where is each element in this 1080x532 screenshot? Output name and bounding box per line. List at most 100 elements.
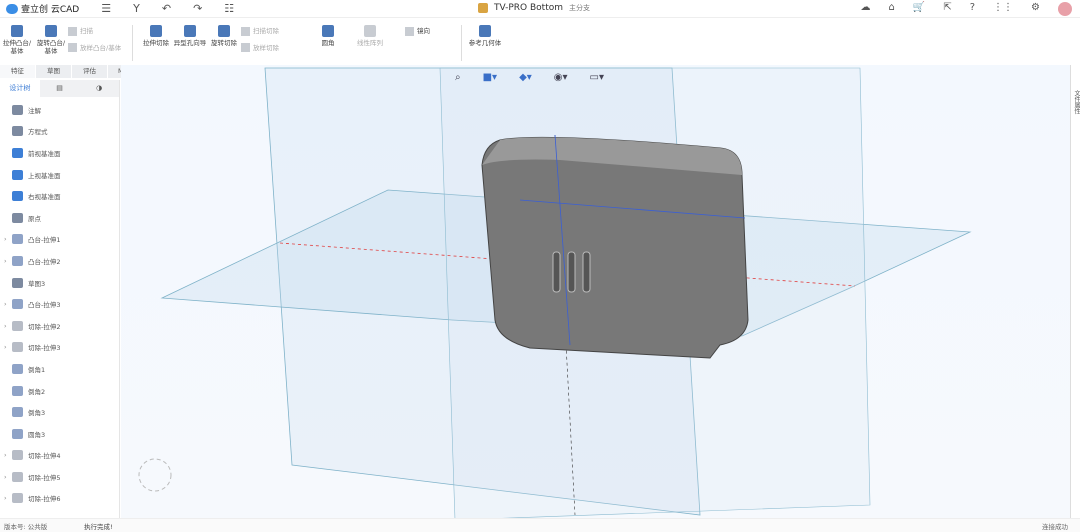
cut-icon — [12, 342, 23, 353]
redo-icon[interactable]: ↷ — [193, 2, 202, 15]
extrude-icon — [11, 25, 23, 37]
loft-cut-button[interactable]: 放样切除 — [241, 42, 311, 53]
settings-icon[interactable]: ⚙ — [1031, 2, 1040, 16]
tree-item[interactable]: › 切除-拉伸6 — [0, 488, 119, 510]
expand-arrow-icon[interactable]: › — [4, 494, 11, 502]
view-triad — [138, 458, 172, 492]
fillet-icon — [322, 25, 334, 37]
tab-design-tree[interactable]: 设计树 — [0, 80, 40, 97]
tree-item-label: 倒角2 — [28, 387, 46, 396]
tree-item-label: 前视基准面 — [28, 149, 61, 158]
help-icon[interactable]: ? — [970, 2, 975, 16]
mirror-button[interactable]: 镜向 — [405, 25, 455, 36]
tree-item[interactable]: › 切除-拉伸4 — [0, 445, 119, 467]
tree-item-label: 切除-拉伸5 — [28, 473, 61, 482]
tree-item[interactable]: 方程式 — [0, 121, 119, 143]
home-icon[interactable]: ⌂ — [889, 2, 895, 16]
cut-icon — [150, 25, 162, 37]
doc-title: TV-PRO Bottom — [494, 3, 564, 13]
3d-viewport[interactable] — [121, 65, 1070, 521]
cut-icon — [12, 471, 23, 482]
eq-icon — [12, 126, 23, 137]
hole-wizard-button[interactable]: 异型孔向导 — [173, 25, 207, 47]
fillet-button[interactable]: 圆角 — [311, 25, 345, 47]
sidebar: 设计树 ▤ ◑ 注解 方程式 前视基准面 上视基准面 右视基准面 原点 › 凸台-拉伸1 › 凸台… — [0, 80, 120, 518]
tab-config[interactable]: ◑ — [79, 80, 119, 97]
reference-geometry-button[interactable]: 参考几何体 — [468, 25, 502, 47]
top-bar: 壹立创 云CAD ☰ Y ↶ ↷ ☷ TV-PRO Bottom 主分支 ☁ ⌂ … — [0, 0, 1080, 18]
tree-item[interactable]: 右视基准面 — [0, 185, 119, 207]
tree-item[interactable]: 草图3 — [0, 272, 119, 294]
tab-sketch[interactable]: 草图 — [36, 65, 72, 78]
vent-slot — [567, 251, 576, 293]
tree-item[interactable]: › 凸台-拉伸3 — [0, 293, 119, 315]
plane-icon — [12, 169, 23, 180]
tab-evaluate[interactable]: 评估 — [72, 65, 108, 78]
sketch-icon — [12, 277, 23, 288]
expand-arrow-icon[interactable]: › — [4, 343, 11, 351]
tab-features[interactable]: 特征 — [0, 65, 36, 78]
extrude-cut-button[interactable]: 拉伸切除 — [139, 25, 173, 47]
model-scene — [138, 67, 972, 521]
cart-icon[interactable]: 🛒 — [913, 2, 925, 16]
tree-item[interactable]: 倒角3 — [0, 401, 119, 423]
tree-item[interactable]: 注解 — [0, 99, 119, 121]
feat-icon — [12, 234, 23, 245]
display-settings-icon[interactable]: ▭▾ — [590, 72, 604, 83]
tree-item[interactable]: › 凸台-拉伸1 — [0, 229, 119, 251]
view-orientation-icon[interactable]: ■▾ — [483, 72, 497, 83]
expand-arrow-icon[interactable]: › — [4, 473, 11, 481]
tab-properties[interactable]: ▤ — [40, 80, 80, 97]
avatar[interactable] — [1058, 2, 1072, 16]
exec-status: 执行完成! — [84, 522, 113, 531]
note-icon — [12, 104, 23, 115]
tree-item[interactable]: 倒角2 — [0, 380, 119, 402]
cloud-icon[interactable]: ☁ — [861, 2, 871, 16]
extrude-boss-button[interactable]: 拉伸凸台/基体 — [0, 25, 34, 55]
tree-item-label: 凸台-拉伸3 — [28, 301, 61, 310]
revolve-cut-button[interactable]: 旋转切除 — [207, 25, 241, 47]
undo-icon[interactable]: ↶ — [162, 2, 171, 15]
tree-item[interactable]: › 凸台-拉伸2 — [0, 250, 119, 272]
expand-arrow-icon[interactable]: › — [4, 451, 11, 459]
tree-item[interactable]: › 切除-拉伸3 — [0, 337, 119, 359]
tree-item[interactable]: 前视基准面 — [0, 142, 119, 164]
tree-item[interactable]: 圆角3 — [0, 423, 119, 445]
apps-icon[interactable]: ⋮⋮ — [993, 2, 1013, 16]
revolve-boss-button[interactable]: 旋转凸台/基体 — [34, 25, 68, 55]
loft-button[interactable]: 放样凸台/基体 — [68, 42, 126, 53]
expand-arrow-icon[interactable]: › — [4, 300, 11, 308]
visibility-icon[interactable]: ◉▾ — [554, 72, 568, 83]
revolve-icon — [45, 25, 57, 37]
cut-icon — [12, 320, 23, 331]
tree-item[interactable]: 上视基准面 — [0, 164, 119, 186]
share-icon[interactable]: ⇱ — [943, 2, 951, 16]
branch-icon[interactable]: Y — [133, 2, 140, 15]
linear-pattern-button[interactable]: 线性阵列 — [353, 25, 387, 47]
tree-item[interactable]: 原点 — [0, 207, 119, 229]
design-tree: 注解 方程式前视基准面上视基准面 右视基准面 原点 › 凸台-拉伸1 › 凸台-拉伸2 草图3 ›… — [0, 97, 119, 509]
list-icon[interactable]: ☷ — [224, 2, 234, 15]
tree-item[interactable]: › 切除-拉伸5 — [0, 466, 119, 488]
view-toolbar: ⌕ ■▾ ◆▾ ◉▾ ▭▾ — [455, 72, 604, 83]
expand-arrow-icon[interactable]: › — [4, 257, 11, 265]
tree-item[interactable]: › 切除-拉伸2 — [0, 315, 119, 337]
right-panel[interactable]: 文件属性 — [1070, 65, 1080, 518]
app-logo[interactable]: 壹立创 云CAD — [6, 2, 79, 15]
branch-label[interactable]: 主分支 — [569, 3, 590, 13]
menu-icon[interactable]: ☰ — [101, 2, 111, 15]
tree-item-label: 切除-拉伸4 — [28, 452, 61, 461]
expand-arrow-icon[interactable]: › — [4, 322, 11, 330]
tree-item-label: 草图3 — [28, 279, 46, 288]
tree-item[interactable]: 倒角1 — [0, 358, 119, 380]
expand-arrow-icon[interactable]: › — [4, 235, 11, 243]
sweep-cut-button[interactable]: 扫描切除 — [241, 25, 311, 36]
sweep-button[interactable]: 扫描 — [68, 25, 126, 36]
revolve-cut-icon — [218, 25, 230, 37]
vent-slot — [582, 251, 591, 293]
origin-icon — [12, 212, 23, 223]
display-style-icon[interactable]: ◆▾ — [519, 72, 532, 83]
zoom-fit-icon[interactable]: ⌕ — [455, 72, 461, 83]
vent-slot — [552, 251, 561, 293]
cloud-logo-icon — [6, 3, 18, 14]
